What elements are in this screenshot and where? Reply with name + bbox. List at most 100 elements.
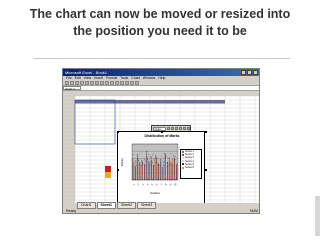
row-header-column — [63, 91, 75, 203]
chart-bar — [156, 157, 157, 181]
chart-bar — [157, 158, 158, 181]
chart-bar — [153, 165, 154, 181]
chart-bar — [167, 162, 169, 181]
chart-bar — [151, 160, 153, 181]
legend-swatch — [182, 150, 184, 153]
window-controls — [241, 70, 259, 75]
menu-chart[interactable]: Chart — [131, 76, 140, 81]
name-box[interactable]: Chart 1 — [63, 86, 81, 91]
tab-sheet3[interactable]: Sheet3 — [137, 202, 157, 209]
resize-handle-w[interactable] — [116, 168, 119, 171]
data-table-icon[interactable] — [179, 126, 183, 131]
save-icon[interactable] — [75, 81, 79, 85]
status-bar: Ready NUM — [63, 209, 259, 213]
menu-format[interactable]: Format — [106, 76, 117, 81]
tab-chart1[interactable]: Chart1 — [77, 202, 96, 209]
resize-handle-n[interactable] — [160, 130, 163, 133]
chart-bar — [152, 162, 154, 181]
chart-bar — [141, 160, 143, 181]
chart-bar — [165, 154, 166, 181]
resize-handle-ne[interactable] — [204, 130, 207, 133]
format-chart-icon[interactable] — [167, 126, 171, 131]
zoom-icon[interactable] — [135, 81, 139, 85]
resize-handle-e[interactable] — [204, 168, 207, 171]
chart-bar — [171, 163, 172, 181]
undo-icon[interactable] — [110, 81, 114, 85]
chart-bar — [153, 158, 155, 181]
chart-bar — [146, 156, 148, 181]
chart-bar — [138, 156, 140, 181]
close-icon[interactable] — [253, 70, 258, 75]
embedded-chart[interactable]: Distribution of Marks 1 2 3 4 5 6 7 8 9 10 Student… — [116, 130, 207, 203]
preview-icon[interactable] — [85, 81, 89, 85]
chart-bar — [146, 151, 147, 181]
chart-legend[interactable]: Series 1 Series 2 Series 3 Series 4 Series 5… — [180, 149, 202, 179]
chart-bar — [152, 154, 153, 181]
chart-bar — [150, 156, 152, 181]
chart-bar — [175, 156, 176, 181]
chart-bar — [170, 153, 172, 181]
menu-view[interactable]: View — [84, 76, 92, 81]
slide-title-line1: The chart can now be moved or resized in… — [29, 7, 291, 21]
x-tick-label: 7 — [160, 183, 164, 187]
title-divider — [34, 58, 290, 59]
chart-wizard-icon[interactable] — [130, 81, 134, 85]
x-tick-label: 8 — [165, 183, 169, 187]
worksheet-grid[interactable]: Chart Area Distribution of Marks 1234567… — [63, 91, 259, 203]
chart-bar — [165, 158, 167, 181]
chart-bar — [176, 164, 177, 181]
menu-insert[interactable]: Insert — [94, 76, 103, 81]
resize-handle-nw[interactable] — [116, 130, 119, 133]
chart-bar — [169, 157, 170, 181]
chart-bar — [158, 164, 160, 181]
by-column-icon[interactable] — [187, 126, 190, 131]
chart-bar — [167, 161, 168, 181]
print-icon[interactable] — [80, 81, 84, 85]
chart-bar — [157, 163, 159, 181]
new-icon[interactable] — [65, 81, 69, 85]
sum-icon[interactable] — [120, 81, 124, 85]
menu-file[interactable]: File — [66, 76, 72, 81]
y-axis-label: Marks — [120, 158, 124, 166]
chart-bar — [137, 158, 139, 181]
chart-bar — [148, 154, 149, 181]
highlighted-header-row — [75, 100, 225, 104]
x-tick-label: 2 — [137, 183, 141, 187]
tab-sheet1[interactable]: Sheet1 — [96, 202, 116, 209]
x-tick-label: 4 — [146, 183, 150, 187]
chart-bar — [175, 159, 177, 181]
open-icon[interactable] — [70, 81, 74, 85]
column-header-row — [63, 91, 259, 96]
slide-accent-bar — [315, 196, 320, 236]
chart-bar — [138, 160, 139, 181]
sort-icon[interactable] — [125, 81, 129, 85]
chart-type-icon[interactable] — [171, 126, 175, 131]
tab-sheet2[interactable]: Sheet2 — [117, 202, 137, 209]
legend-swatch — [182, 160, 184, 163]
menu-window[interactable]: Window — [143, 76, 155, 81]
chart-bar — [171, 164, 173, 181]
x-tick-label: 10 — [173, 182, 177, 186]
legend-toggle-icon[interactable] — [175, 126, 179, 131]
minimize-icon[interactable] — [241, 70, 246, 75]
chart-bar — [162, 167, 164, 181]
menu-edit[interactable]: Edit — [75, 76, 81, 81]
selected-range — [74, 99, 116, 145]
copy-icon[interactable] — [100, 81, 104, 85]
menu-help[interactable]: Help — [158, 76, 165, 81]
menu-tools[interactable]: Tools — [120, 76, 128, 81]
slide-title-line2: the position you need it to be — [73, 24, 247, 38]
chart-bar — [144, 159, 146, 181]
by-row-icon[interactable] — [183, 126, 187, 131]
maximize-icon[interactable] — [247, 70, 252, 75]
chart-bar — [137, 154, 138, 181]
window-titlebar[interactable]: Microsoft Excel - Book1 — [63, 69, 259, 76]
cut-icon[interactable] — [95, 81, 99, 85]
chart-bar — [169, 161, 171, 181]
chart-bar — [135, 160, 137, 181]
paste-icon[interactable] — [105, 81, 109, 85]
status-left: Ready — [66, 209, 77, 213]
legend-swatch — [182, 153, 184, 156]
spelling-icon[interactable] — [90, 81, 94, 85]
redo-icon[interactable] — [115, 81, 119, 85]
